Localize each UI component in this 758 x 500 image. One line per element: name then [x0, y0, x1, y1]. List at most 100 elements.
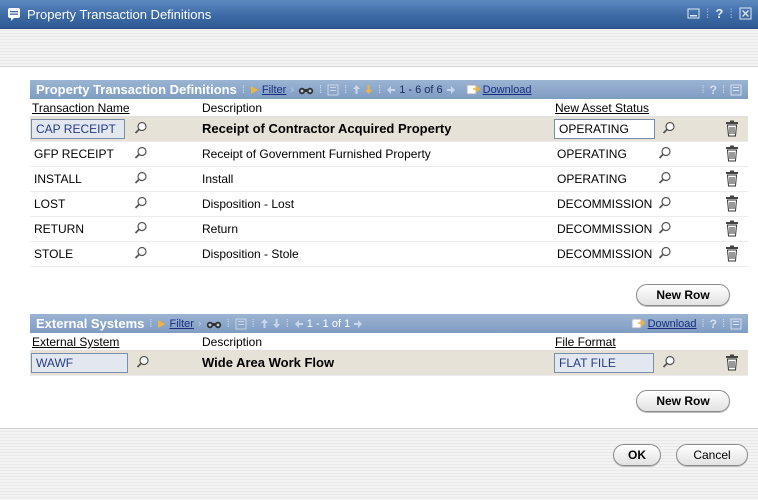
grid-title: External Systems: [36, 316, 145, 331]
asset-status-text: DECOMMISSION: [557, 197, 653, 211]
transaction-name-text: GFP RECEIPT: [34, 147, 114, 161]
grid-header: External Systems ⁞ Filter › ⁞ ⁞ ⁞ 1 - 1 …: [30, 314, 748, 333]
delete-icon[interactable]: [725, 195, 739, 212]
lookup-icon[interactable]: [134, 221, 148, 235]
view-all-icon[interactable]: [235, 318, 247, 330]
delete-icon[interactable]: [725, 354, 739, 371]
delete-icon[interactable]: [725, 245, 739, 262]
sort-down-icon[interactable]: [272, 318, 281, 329]
sort-up-icon[interactable]: [260, 318, 269, 329]
pagination-text: 1 - 6 of 6: [399, 83, 443, 96]
next-icon[interactable]: [353, 319, 363, 329]
window-icon: [8, 8, 20, 21]
close-icon[interactable]: [739, 7, 752, 20]
asset-status-text: DECOMMISSION: [557, 247, 653, 261]
prev-icon[interactable]: [294, 319, 304, 329]
sort-down-icon[interactable]: [364, 84, 373, 95]
lookup-icon[interactable]: [658, 196, 672, 210]
filter-icon: [158, 319, 166, 328]
prev-icon[interactable]: [386, 85, 396, 95]
delete-icon[interactable]: [725, 145, 739, 162]
filter-link[interactable]: Filter: [262, 84, 286, 96]
find-icon[interactable]: [298, 84, 314, 96]
column-header-file-format[interactable]: File Format: [555, 335, 616, 349]
lookup-icon[interactable]: [134, 146, 148, 160]
download-link[interactable]: Download: [483, 84, 532, 96]
transaction-name-field[interactable]: CAP RECEIPT: [31, 119, 125, 139]
table-row[interactable]: WAWF Wide Area Work Flow FLAT FILE: [30, 351, 748, 376]
grid-title: Property Transaction Definitions: [36, 82, 237, 97]
external-system-field[interactable]: WAWF: [31, 353, 128, 373]
column-header-description: Description: [202, 335, 263, 349]
description-text: Receipt of Contractor Acquired Property: [202, 121, 452, 136]
lookup-icon[interactable]: [658, 221, 672, 235]
new-row-button[interactable]: New Row: [636, 284, 730, 306]
asset-status-text: OPERATING: [557, 147, 627, 161]
lookup-icon[interactable]: [136, 355, 150, 369]
column-header-transaction-name[interactable]: Transaction Name: [32, 101, 130, 115]
grid-header: Property Transaction Definitions ⁞ Filte…: [30, 80, 748, 99]
transaction-name-text: RETURN: [34, 222, 84, 236]
file-format-field[interactable]: FLAT FILE: [554, 353, 654, 373]
description-text: Install: [202, 172, 234, 186]
lookup-icon[interactable]: [134, 246, 148, 260]
minimize-icon[interactable]: [687, 7, 700, 20]
table-row[interactable]: CAP RECEIPT Receipt of Contractor Acquir…: [30, 117, 748, 142]
new-row-button[interactable]: New Row: [636, 390, 730, 412]
table-row[interactable]: RETURN Return DECOMMISSION: [30, 217, 748, 242]
lookup-icon[interactable]: [658, 171, 672, 185]
asset-status-text: OPERATING: [557, 172, 627, 186]
description-text: Receipt of Government Furnished Property: [202, 147, 431, 161]
lookup-icon[interactable]: [658, 146, 672, 160]
toolbar-band: [0, 29, 758, 67]
filter-icon: [250, 85, 258, 94]
delete-icon[interactable]: [725, 170, 739, 187]
window-title: Property Transaction Definitions: [27, 7, 212, 22]
table-row[interactable]: STOLE Disposition - Stole DECOMMISSION: [30, 242, 748, 267]
help-icon[interactable]: ?: [710, 317, 717, 331]
download-icon[interactable]: [631, 318, 645, 329]
next-icon[interactable]: [446, 85, 456, 95]
external-systems-grid: External Systems ⁞ Filter › ⁞ ⁞ ⁞ 1 - 1 …: [30, 314, 748, 376]
transaction-name-text: STOLE: [34, 247, 74, 261]
delete-icon[interactable]: [725, 220, 739, 237]
description-text: Disposition - Stole: [202, 247, 299, 261]
help-icon[interactable]: ?: [710, 83, 717, 97]
lookup-icon[interactable]: [134, 121, 148, 135]
download-link[interactable]: Download: [648, 318, 697, 330]
table-row[interactable]: INSTALL Install OPERATING: [30, 167, 748, 192]
column-headers: Transaction Name Description New Asset S…: [30, 99, 748, 117]
delete-icon[interactable]: [725, 120, 739, 137]
lookup-icon[interactable]: [134, 171, 148, 185]
pagination-text: 1 - 1 of 1: [306, 317, 351, 330]
transaction-name-text: LOST: [34, 197, 66, 211]
asset-status-text: DECOMMISSION: [557, 222, 653, 236]
lookup-icon[interactable]: [662, 121, 676, 135]
lookup-icon[interactable]: [662, 355, 676, 369]
transaction-name-text: INSTALL: [34, 172, 82, 186]
asset-status-field[interactable]: OPERATING: [554, 119, 655, 139]
lookup-icon[interactable]: [134, 196, 148, 210]
lookup-icon[interactable]: [658, 246, 672, 260]
download-icon[interactable]: [466, 84, 480, 95]
filter-link[interactable]: Filter: [169, 318, 193, 330]
window-title-bar: Property Transaction Definitions ⁞ ? ⁞: [0, 0, 758, 29]
description-text: Disposition - Lost: [202, 197, 295, 211]
view-all-icon[interactable]: [327, 84, 339, 96]
description-text: Return: [202, 222, 239, 236]
help-icon[interactable]: ?: [715, 6, 723, 21]
cancel-button[interactable]: Cancel: [676, 444, 748, 466]
column-headers: External System Description File Format: [30, 333, 748, 351]
personalize-icon[interactable]: [730, 84, 742, 96]
column-header-new-asset-status[interactable]: New Asset Status: [555, 101, 649, 115]
column-header-external-system[interactable]: External System: [32, 335, 119, 349]
ok-button[interactable]: OK: [613, 444, 661, 466]
find-icon[interactable]: [206, 318, 222, 330]
personalize-icon[interactable]: [730, 318, 742, 330]
sort-up-icon[interactable]: [352, 84, 361, 95]
column-header-description: Description: [202, 101, 263, 115]
table-row[interactable]: LOST Disposition - Lost DECOMMISSION: [30, 192, 748, 217]
transaction-definitions-grid: Property Transaction Definitions ⁞ Filte…: [30, 80, 748, 267]
description-text: Wide Area Work Flow: [202, 355, 335, 370]
table-row[interactable]: GFP RECEIPT Receipt of Government Furnis…: [30, 142, 748, 167]
